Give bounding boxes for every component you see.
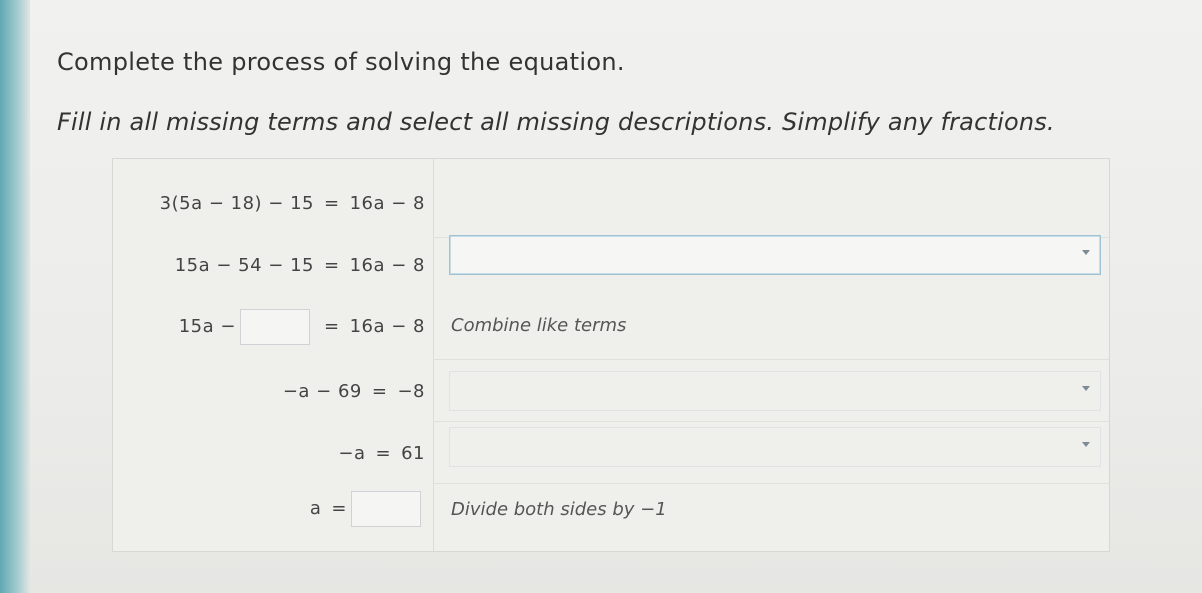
step-5-left: −a xyxy=(338,443,366,464)
column-divider xyxy=(433,159,434,551)
instruction-title: Complete the process of solving the equa… xyxy=(57,48,625,76)
step-2-description-dropdown[interactable] xyxy=(449,235,1101,275)
chevron-down-icon xyxy=(1082,250,1090,255)
step-4-left: −a − 69 xyxy=(282,381,362,402)
row-divider xyxy=(433,359,1109,360)
step-3-missing-term-input[interactable] xyxy=(239,309,310,345)
step-3-description: Combine like terms xyxy=(451,315,627,336)
problem-page: Complete the process of solving the equa… xyxy=(30,0,1202,593)
step-6-equation: a = xyxy=(310,491,425,527)
step-2-equation: 15a − 54 − 15 = 16a − 8 xyxy=(175,255,425,276)
step-6-left: a xyxy=(309,498,322,519)
step-4-right: −8 xyxy=(397,381,425,402)
step-3-right: 16a − 8 xyxy=(349,316,425,337)
step-6-description: Divide both sides by −1 xyxy=(451,499,667,520)
chevron-down-icon xyxy=(1082,386,1090,391)
step-5-equals: = xyxy=(375,443,392,464)
step-6-missing-term-input[interactable] xyxy=(351,491,421,527)
row-divider xyxy=(433,483,1109,484)
chevron-down-icon xyxy=(1082,442,1090,447)
row-divider xyxy=(433,421,1109,422)
step-5-description-dropdown[interactable] xyxy=(449,427,1101,467)
step-5-equation: −a = 61 xyxy=(338,443,425,464)
step-5-right: 61 xyxy=(401,443,425,464)
step-3-equation: 15a − = 16a − 8 xyxy=(179,309,425,345)
instruction-detail: Fill in all missing terms and select all… xyxy=(57,108,1055,136)
step-4-equation: −a − 69 = −8 xyxy=(283,381,425,402)
step-2-left: 15a − 54 − 15 xyxy=(174,255,314,276)
step-4-equals: = xyxy=(371,381,388,402)
step-1-right: 16a − 8 xyxy=(349,193,425,214)
step-2-right: 16a − 8 xyxy=(349,255,425,276)
step-1-equation: 3(5a − 18) − 15 = 16a − 8 xyxy=(160,193,425,214)
step-1-left: 3(5a − 18) − 15 xyxy=(159,193,314,214)
step-4-description-dropdown[interactable] xyxy=(449,371,1101,411)
step-2-equals: = xyxy=(323,255,340,276)
step-3-left: 15a − xyxy=(178,316,236,337)
step-6-equals: = xyxy=(331,498,347,519)
step-1-equals: = xyxy=(323,193,340,214)
step-3-equals: = xyxy=(323,316,340,337)
solution-steps-table: 3(5a − 18) − 15 = 16a − 8 15a − 54 − 15 = 16… xyxy=(112,158,1110,552)
window-edge xyxy=(0,0,30,593)
